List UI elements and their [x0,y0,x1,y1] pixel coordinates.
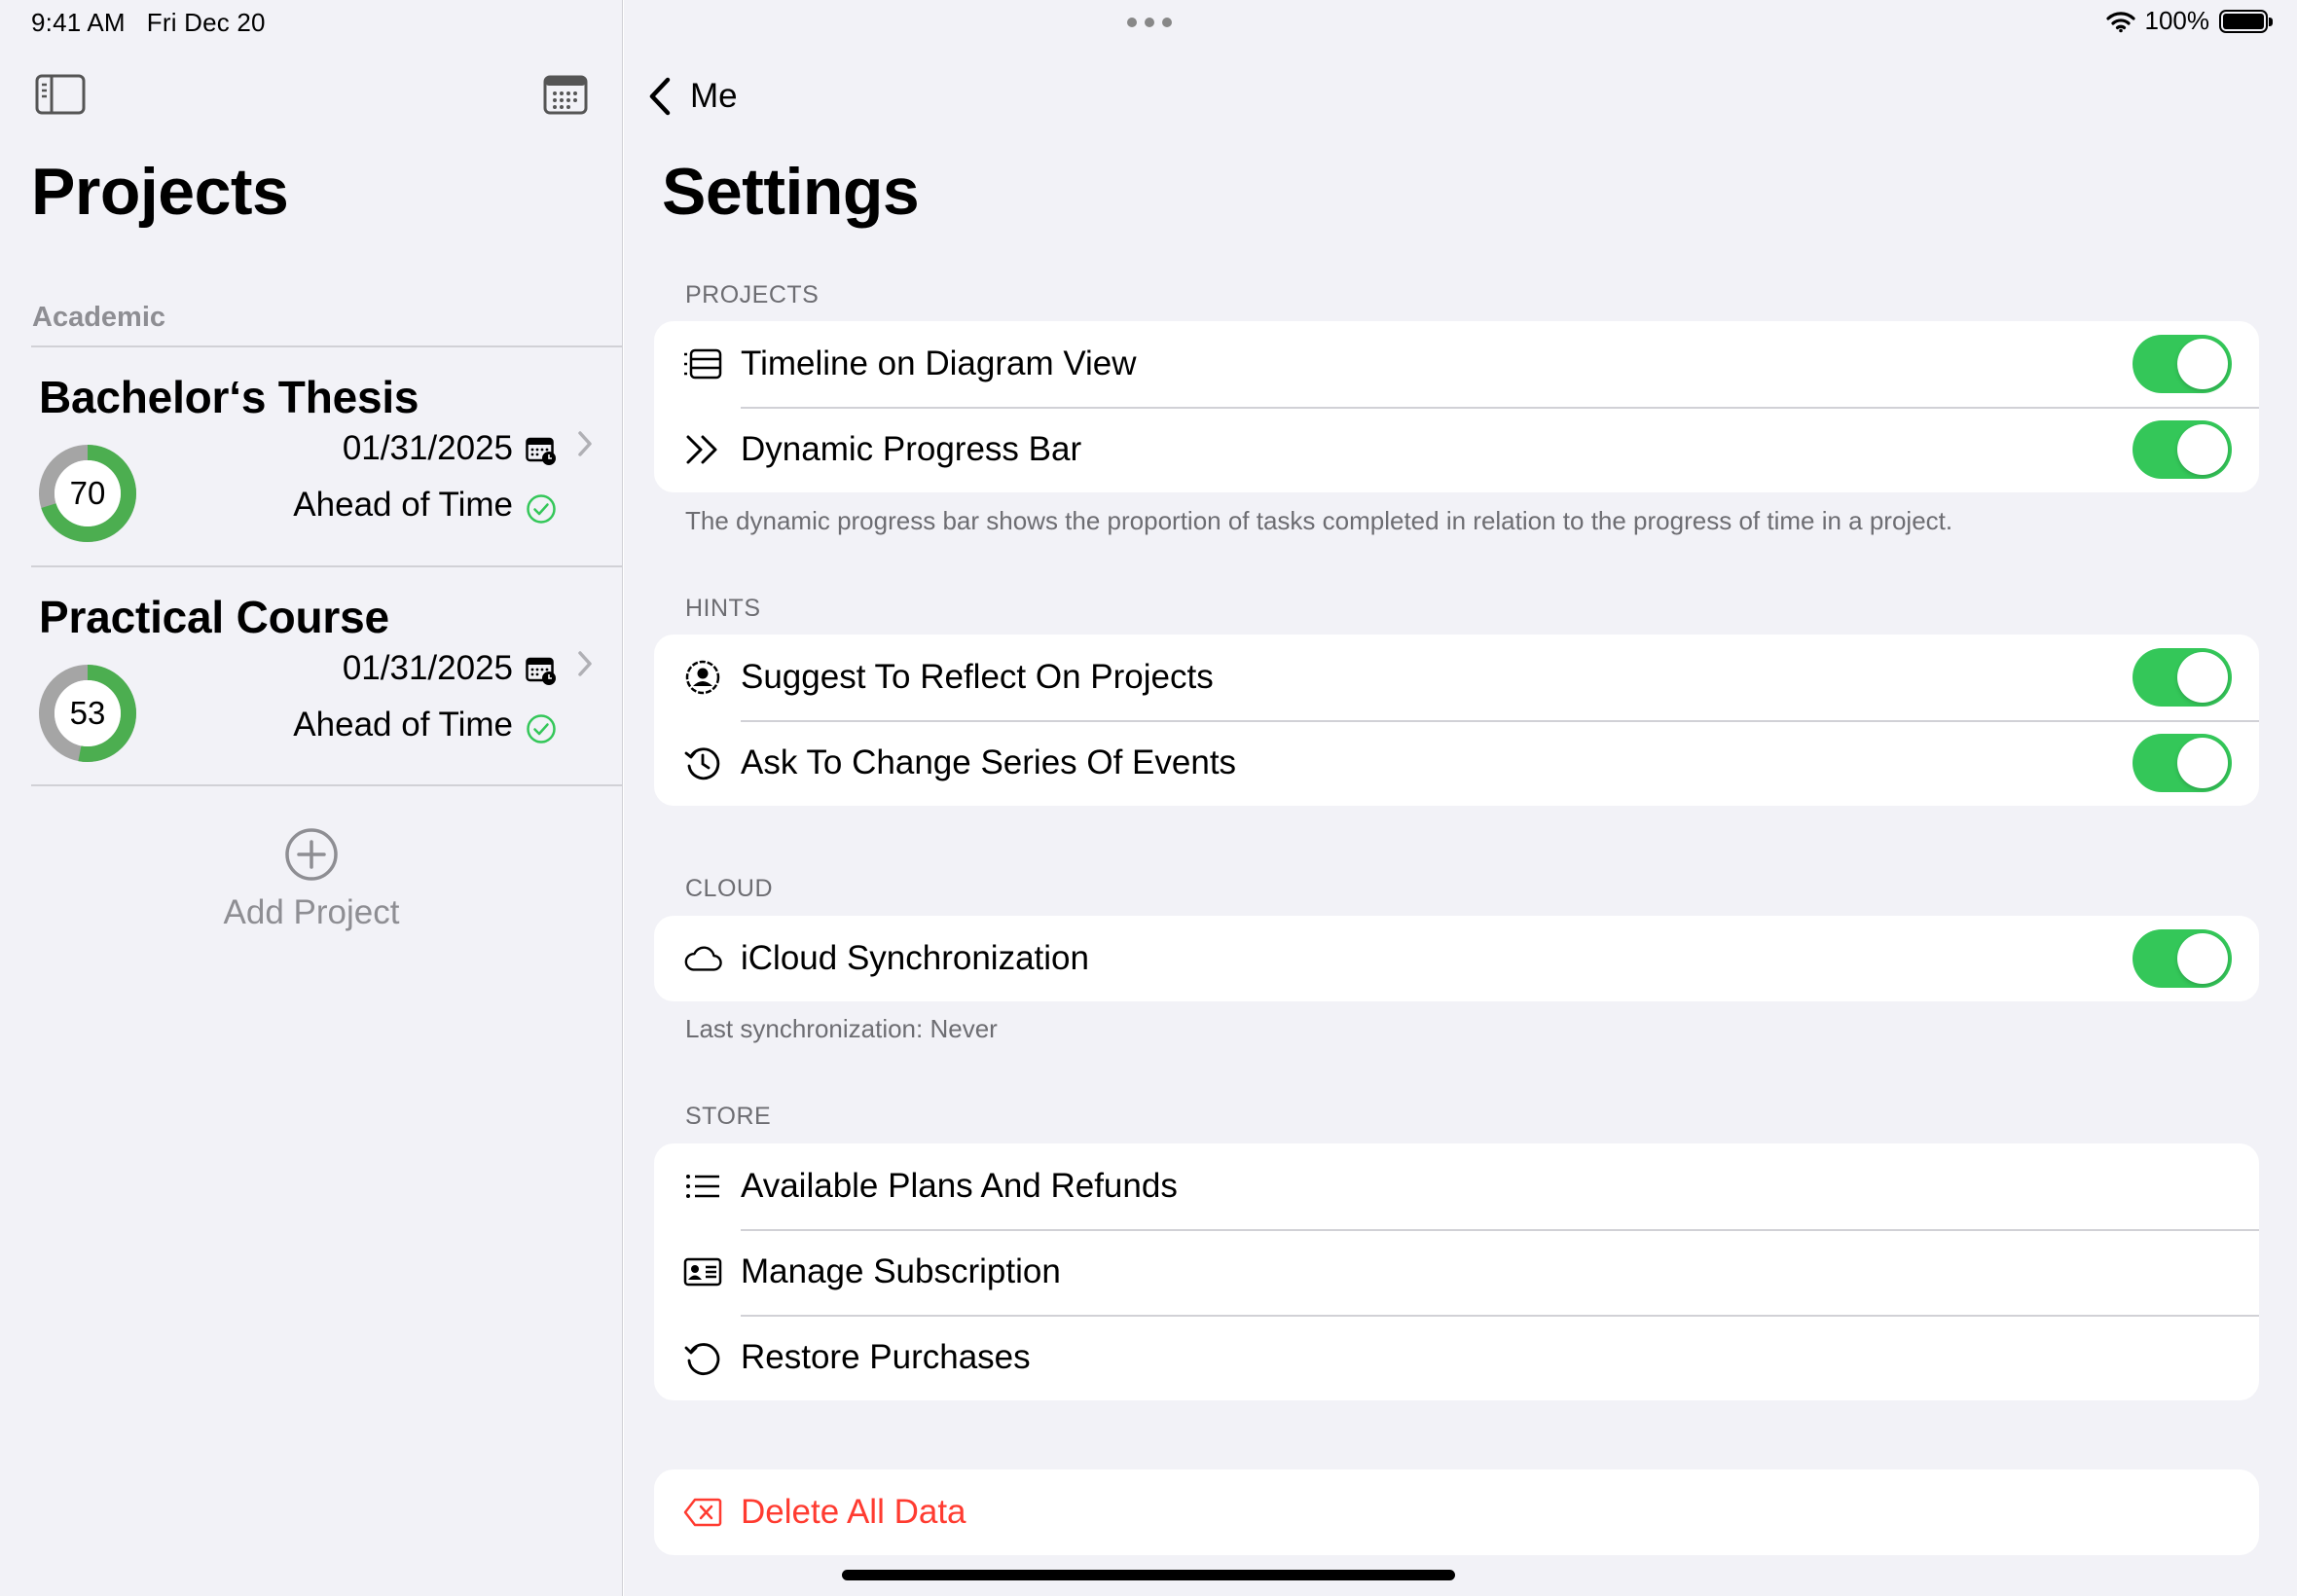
group-footer-cloud: Last synchronization: Never [685,1014,998,1043]
group-header-store: STORE [685,1103,772,1130]
setting-label: Restore Purchases [741,1338,1031,1376]
project-card-practical-course[interactable]: Practical Course 53 01/31/2025 Ahead of … [0,567,623,785]
group-header-hints: HINTS [685,595,761,622]
project-name: Practical Course [39,592,389,642]
chevron-right-icon [578,431,592,456]
status-date: Fri Dec 20 [146,8,266,37]
add-project-button[interactable]: Add Project [0,827,623,932]
project-due-date: 01/31/2025 [342,649,513,687]
setting-row-icloud[interactable]: iCloud Synchronization [654,916,2259,1001]
group-hints: Suggest To Reflect On Projects Ask To Ch… [654,635,2259,806]
status-time: 9:41 AM [31,8,126,37]
chevron-right-icon [578,651,592,676]
checkmark-circle-icon [527,494,556,524]
setting-label: Manage Subscription [741,1252,1061,1290]
divider [31,784,622,786]
project-name: Bachelor‘s Thesis [39,372,419,422]
page-title: Settings [662,155,920,229]
settings-panel: Me Settings PROJECTS Timeline on Diagram… [624,0,2297,1596]
delete-all-data-button[interactable]: Delete All Data [654,1469,2259,1555]
clock-arrow-icon [683,744,722,782]
chevron-left-icon [649,77,671,116]
setting-label: iCloud Synchronization [741,939,1089,977]
setting-row-timeline[interactable]: Timeline on Diagram View [654,321,2259,407]
group-projects: Timeline on Diagram View Dynamic Progres… [654,321,2259,492]
setting-row-change-series[interactable]: Ask To Change Series Of Events [654,720,2259,806]
list-icon [683,1167,722,1206]
group-footer-projects: The dynamic progress bar shows the propo… [685,506,1953,535]
id-card-icon [683,1252,722,1291]
timeline-icon [683,345,722,383]
setting-label: Timeline on Diagram View [741,345,1137,382]
group-cloud: iCloud Synchronization [654,916,2259,1001]
setting-label: Suggest To Reflect On Projects [741,658,1214,696]
progress-value: 53 [69,695,106,731]
multitasking-dots[interactable] [1127,18,1172,27]
checkmark-circle-icon [527,714,556,744]
setting-label: Ask To Change Series Of Events [741,744,1237,781]
home-indicator[interactable] [842,1570,1455,1580]
calendar-icon [526,437,556,465]
change-series-toggle[interactable] [2133,734,2232,792]
status-bar-left: 9:41 AM Fri Dec 20 [31,8,266,38]
calendar-icon[interactable] [543,74,588,115]
project-status: Ahead of Time [293,486,513,524]
setting-label: Dynamic Progress Bar [741,430,1082,468]
group-header-projects: PROJECTS [685,281,820,308]
timeline-toggle[interactable] [2133,335,2232,393]
group-store: Available Plans And Refunds Manage Subsc… [654,1143,2259,1400]
group-danger: Delete All Data [654,1469,2259,1555]
setting-row-manage-subscription[interactable]: Manage Subscription [654,1229,2259,1315]
setting-label: Available Plans And Refunds [741,1167,1178,1205]
back-label: Me [690,77,738,115]
add-project-label: Add Project [223,893,400,931]
dynamic-progress-toggle[interactable] [2133,420,2232,479]
battery-percent: 100% [2144,6,2210,35]
setting-row-plans[interactable]: Available Plans And Refunds [654,1143,2259,1229]
sidebar: Projects Academic Bachelor‘s Thesis 70 0… [0,0,623,1596]
calendar-icon [526,657,556,685]
sidebar-toggle-icon[interactable] [35,74,86,115]
section-header-academic: Academic [32,302,166,333]
double-chevron-icon [683,430,722,469]
status-bar-right: 100% [2105,6,2273,36]
progress-value: 70 [69,475,106,511]
wifi-icon [2105,11,2135,32]
project-card-bachelors-thesis[interactable]: Bachelor‘s Thesis 70 01/31/2025 Ahead of… [0,347,623,565]
suggest-reflect-toggle[interactable] [2133,648,2232,707]
sidebar-title: Projects [31,155,289,229]
setting-row-dynamic-progress[interactable]: Dynamic Progress Bar [654,407,2259,492]
restore-icon [683,1338,722,1377]
project-due-date: 01/31/2025 [342,429,513,467]
plus-circle-icon [285,828,338,881]
delete-icon [683,1493,722,1532]
back-button[interactable]: Me [647,76,738,117]
person-circle-icon [683,658,722,697]
setting-row-restore[interactable]: Restore Purchases [654,1315,2259,1400]
setting-row-suggest-reflect[interactable]: Suggest To Reflect On Projects [654,635,2259,720]
delete-label: Delete All Data [741,1493,966,1531]
project-status: Ahead of Time [293,706,513,744]
group-header-cloud: CLOUD [685,875,774,902]
cloud-icon [683,939,722,978]
icloud-toggle[interactable] [2133,929,2232,988]
battery-icon [2219,9,2273,33]
